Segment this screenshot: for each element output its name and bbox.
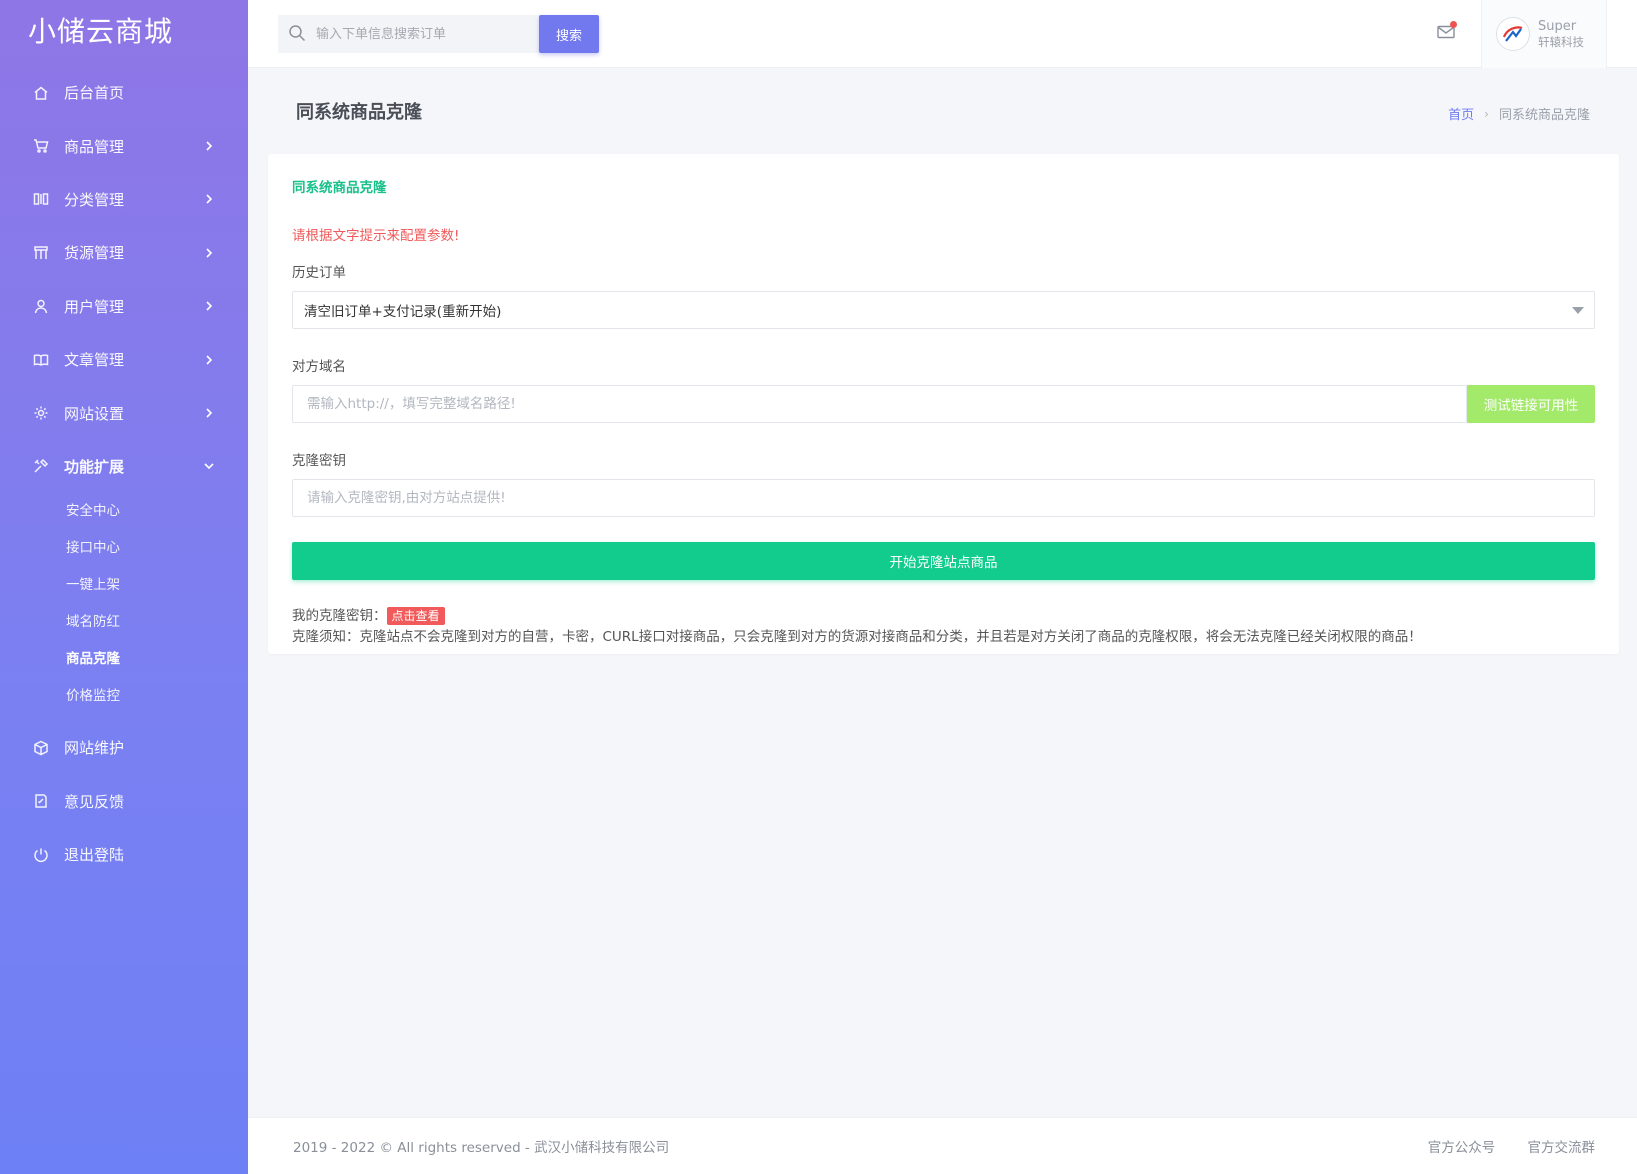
sidebar-item-maintenance[interactable]: 网站维护 [0,721,248,774]
gear-icon [32,404,50,422]
submenu-item-product-clone[interactable]: 商品克隆 [0,641,248,678]
domain-label: 对方域名 [292,359,346,375]
box-icon [32,739,50,757]
sidebar-menu-bottom: 网站维护 意见反馈 退出登陆 [0,721,248,881]
sidebar-item-label: 后台首页 [64,84,125,103]
search-button[interactable]: 搜索 [539,15,599,53]
breadcrumb-current: 同系统商品克隆 [1498,108,1590,123]
home-icon [32,84,50,102]
config-hint: 请根据文字提示来配置参数! [292,228,460,244]
card-title: 同系统商品克隆 [292,180,387,196]
chevron-down-icon [204,461,214,471]
search-input[interactable] [316,26,536,42]
test-link-button[interactable]: 测试链接可用性 [1467,385,1595,423]
sidebar-item-label: 文章管理 [64,351,125,370]
sidebar-item-label: 分类管理 [64,190,125,209]
sidebar-item-categories[interactable]: 分类管理 [0,173,248,226]
search-icon [288,24,308,44]
sidebar-item-settings[interactable]: 网站设置 [0,386,248,439]
chevron-right-icon [204,355,214,365]
user-icon [32,297,50,315]
footer-copyright: 2019 - 2022 © All rights reserved - 武汉小储… [293,1140,670,1156]
sidebar-item-label: 货源管理 [64,244,125,263]
top-header: 搜索 Super 轩辕科技 [248,0,1637,68]
sidebar-item-label: 网站维护 [64,739,125,758]
user-company: 轩辕科技 [1538,34,1584,49]
sidebar-item-products[interactable]: 商品管理 [0,119,248,172]
sidebar-item-feedback[interactable]: 意见反馈 [0,775,248,828]
notification-dot [1450,21,1457,28]
submenu-extensions: 安全中心 接口中心 一键上架 域名防红 商品克隆 价格监控 [0,493,248,721]
sidebar-item-label: 功能扩展 [64,457,125,476]
feedback-icon [32,792,50,810]
avatar [1496,17,1530,51]
clone-key-label: 克隆密钥 [292,453,346,469]
grid-icon [32,244,50,262]
footer: 2019 - 2022 © All rights reserved - 武汉小储… [248,1117,1637,1174]
chevron-right-icon [204,141,214,151]
sidebar: 小储云商城 后台首页 商品管理 分类管理 货源管理 用户管理 文章管理 网站设置… [0,0,248,1174]
book-icon [32,351,50,369]
power-icon [32,846,50,864]
my-key-line: 我的克隆密钥： 点击查看 [292,606,1595,627]
columns-icon [32,190,50,208]
clone-card: 同系统商品克隆 请根据文字提示来配置参数! 历史订单 清空旧订单+支付记录(重新… [268,154,1619,654]
sidebar-item-logout[interactable]: 退出登陆 [0,828,248,881]
breadcrumb-home[interactable]: 首页 [1448,104,1474,123]
start-clone-button[interactable]: 开始克隆站点商品 [292,542,1595,580]
sidebar-item-label: 用户管理 [64,297,125,316]
sidebar-item-articles[interactable]: 文章管理 [0,333,248,386]
domain-input[interactable] [292,385,1467,423]
submenu-item-one-click-listing[interactable]: 一键上架 [0,567,248,604]
sidebar-item-sources[interactable]: 货源管理 [0,226,248,279]
sidebar-item-label: 意见反馈 [64,792,125,811]
sidebar-item-label: 商品管理 [64,137,125,156]
breadcrumb: 首页 › 同系统商品克隆 [1448,104,1590,124]
mail-notification[interactable] [1436,21,1458,44]
user-menu[interactable]: Super 轩辕科技 [1481,0,1607,68]
submenu-item-domain-protect[interactable]: 域名防红 [0,604,248,641]
history-order-selected: 清空旧订单+支付记录(重新开始) [304,304,502,320]
domain-input-group: 测试链接可用性 [292,385,1595,423]
view-key-badge[interactable]: 点击查看 [386,607,445,625]
submenu-item-price-monitor[interactable]: 价格监控 [0,678,248,715]
caret-down-icon [1572,307,1584,314]
company-logo-icon [1502,26,1523,42]
cart-icon [32,137,50,155]
breadcrumb-separator-icon: › [1484,106,1489,121]
history-order-select[interactable]: 清空旧订单+支付记录(重新开始) [292,291,1595,329]
chevron-right-icon [204,408,214,418]
sidebar-item-users[interactable]: 用户管理 [0,280,248,333]
brand-logo[interactable]: 小储云商城 [0,0,248,66]
my-key-label: 我的克隆密钥： [292,608,387,624]
chevron-right-icon [204,194,214,205]
footer-links: 官方公众号 官方交流群 [1400,1136,1595,1156]
user-info: Super 轩辕科技 [1538,19,1584,50]
search-box [278,15,540,53]
sidebar-item-home[interactable]: 后台首页 [0,66,248,119]
clone-key-input[interactable] [292,479,1595,517]
footer-link-wechat[interactable]: 官方公众号 [1428,1140,1496,1156]
submenu-item-security[interactable]: 安全中心 [0,493,248,530]
sidebar-item-label: 退出登陆 [64,846,125,865]
user-name: Super [1538,18,1577,34]
page-title: 同系统商品克隆 [296,102,422,123]
chevron-right-icon [204,248,214,258]
sidebar-item-extensions[interactable]: 功能扩展 [0,440,248,493]
submenu-item-api[interactable]: 接口中心 [0,530,248,567]
sidebar-menu: 后台首页 商品管理 分类管理 货源管理 用户管理 文章管理 网站设置 功能扩展 [0,66,248,493]
history-order-label: 历史订单 [292,265,346,281]
footer-link-group[interactable]: 官方交流群 [1528,1140,1596,1156]
chevron-right-icon [204,301,214,311]
tools-icon [32,457,50,475]
sidebar-item-label: 网站设置 [64,404,125,423]
clone-notice: 克隆须知：克隆站点不会克隆到对方的自营，卡密，CURL接口对接商品，只会克隆到对… [292,629,1422,645]
